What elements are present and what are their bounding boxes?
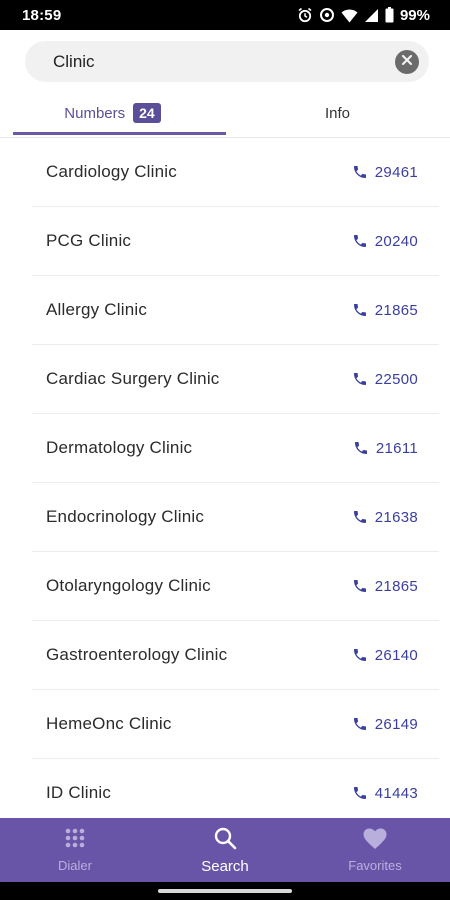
list-item[interactable]: Endocrinology Clinic 21638 [32,483,439,552]
signal-icon [364,8,379,23]
call-number-link[interactable]: 29461 [352,164,418,181]
phone-icon [352,509,368,525]
results-list[interactable]: Cardiology Clinic 29461 PCG Clinic 20240 All… [0,138,450,818]
alarm-icon [297,7,313,23]
clear-search-button[interactable] [395,49,419,74]
list-item[interactable]: ID Clinic 41443 [32,759,439,818]
dialpad-icon [64,828,86,855]
tab-numbers-label: Numbers [64,104,126,122]
phone-icon [352,164,368,180]
heart-icon [363,828,387,855]
status-bar: 18:59 99% [0,0,450,30]
battery-icon [385,7,394,23]
phone-number: 41443 [374,784,418,802]
nav-search[interactable]: Search [150,818,300,882]
list-item[interactable]: Allergy Clinic 21865 [32,276,439,345]
search-input[interactable] [53,51,395,72]
phone-icon [352,233,368,249]
clinic-name: Cardiology Clinic [46,162,177,181]
home-gesture-handle[interactable] [158,889,292,893]
clinic-name: Otolaryngology Clinic [46,576,211,595]
clinic-name: HemeOnc Clinic [46,714,172,733]
call-number-link[interactable]: 21611 [353,440,418,457]
phone-icon [352,578,368,594]
clinic-name: Endocrinology Clinic [46,507,205,526]
phone-number: 26140 [374,646,418,664]
search-icon [213,826,237,855]
clinic-name: PCG Clinic [46,231,132,250]
gesture-bar [0,882,450,900]
nav-search-label: Search [201,857,249,875]
nav-favorites[interactable]: Favorites [300,818,450,882]
list-item[interactable]: Cardiology Clinic 29461 [32,138,439,207]
phone-icon [352,785,368,801]
clinic-name: Cardiac Surgery Clinic [46,369,220,388]
phone-icon [353,440,369,456]
tab-numbers[interactable]: Numbers 24 [0,88,225,138]
phone-number: 29461 [374,163,418,181]
result-tabs: Numbers 24 Info [0,88,450,138]
clinic-name: Allergy Clinic [46,300,148,319]
list-item[interactable]: Otolaryngology Clinic 21865 [32,552,439,621]
phone-number: 22500 [374,370,418,388]
phone-number: 20240 [374,232,418,250]
call-number-link[interactable]: 21865 [352,302,418,319]
nav-dialer-label: Dialer [58,857,92,873]
search-bar [25,41,429,82]
active-tab-indicator [13,132,226,135]
results-count-badge: 24 [133,103,161,123]
call-number-link[interactable]: 20240 [352,233,418,250]
tab-info[interactable]: Info [225,88,450,138]
nav-favorites-label: Favorites [348,857,402,873]
call-number-link[interactable]: 21865 [352,578,418,595]
phone-icon [352,716,368,732]
phone-number: 21865 [374,577,418,595]
phone-icon [352,371,368,387]
call-number-link[interactable]: 22500 [352,371,418,388]
phone-number: 26149 [374,715,418,733]
phone-number: 21865 [374,301,418,319]
phone-icon [352,647,368,663]
call-number-link[interactable]: 21638 [352,509,418,526]
status-time: 18:59 [22,6,62,24]
data-saver-icon [319,7,335,23]
call-number-link[interactable]: 26140 [352,647,418,664]
list-item[interactable]: Dermatology Clinic 21611 [32,414,439,483]
nav-dialer[interactable]: Dialer [0,818,150,882]
phone-number: 21638 [374,508,418,526]
bottom-navigation: Dialer Search Favorites [0,818,450,882]
call-number-link[interactable]: 26149 [352,716,418,733]
list-item[interactable]: HemeOnc Clinic 26149 [32,690,439,759]
list-item[interactable]: Cardiac Surgery Clinic 22500 [32,345,439,414]
clear-icon [401,53,413,71]
clinic-name: Gastroenterology Clinic [46,645,228,664]
phone-number: 21611 [375,439,418,457]
clinic-name: Dermatology Clinic [46,438,193,457]
call-number-link[interactable]: 41443 [352,785,418,802]
phone-icon [352,302,368,318]
list-item[interactable]: Gastroenterology Clinic 26140 [32,621,439,690]
list-item[interactable]: PCG Clinic 20240 [32,207,439,276]
wifi-icon [341,8,358,23]
battery-percent: 99% [399,6,430,24]
tab-info-label: Info [324,104,351,122]
clinic-name: ID Clinic [46,783,112,802]
status-icons: 99% [297,7,430,24]
